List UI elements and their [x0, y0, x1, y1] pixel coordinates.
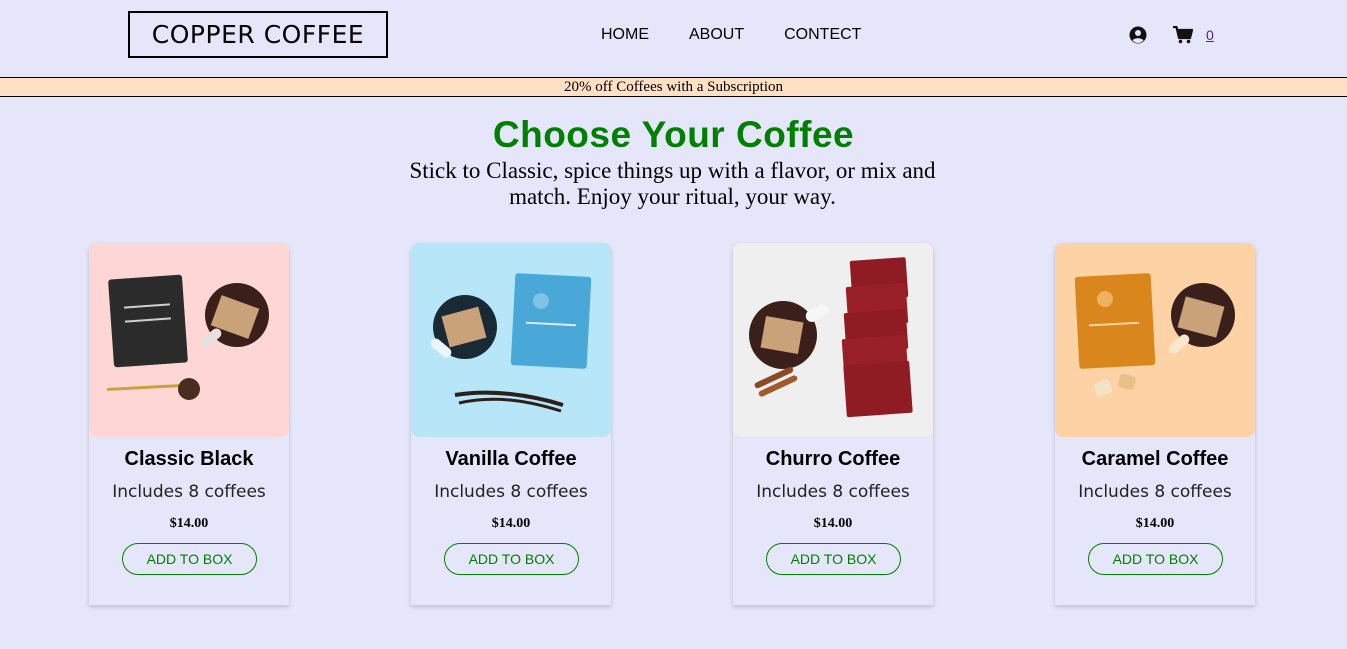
product-price: $14.00: [169, 516, 209, 531]
cart-count[interactable]: 0: [1206, 27, 1214, 43]
product-card: Churro Coffee Includes 8 coffees $14.00 …: [733, 243, 933, 605]
cart-icon[interactable]: [1173, 26, 1193, 44]
product-name: Churro Coffee: [765, 448, 901, 470]
product-description: Includes 8 coffees: [1078, 482, 1232, 502]
main-nav: HOME ABOUT CONTECT: [601, 25, 861, 45]
product-image[interactable]: [733, 243, 933, 437]
product-price: $14.00: [491, 516, 531, 531]
nav-about[interactable]: ABOUT: [689, 25, 744, 45]
logo[interactable]: COPPER COFFEE: [128, 11, 388, 58]
product-card: Caramel Coffee Includes 8 coffees $14.00…: [1055, 243, 1255, 605]
page-subtitle: Stick to Classic, spice things up with a…: [409, 158, 936, 209]
product-image[interactable]: [89, 243, 289, 437]
product-name: Vanilla Coffee: [445, 448, 577, 470]
nav-home[interactable]: HOME: [601, 25, 649, 45]
product-description: Includes 8 coffees: [756, 482, 910, 502]
add-to-box-button[interactable]: ADD TO BOX: [444, 543, 579, 575]
product-image[interactable]: [411, 243, 611, 437]
product-image[interactable]: [1055, 243, 1255, 437]
product-card: Vanilla Coffee Includes 8 coffees $14.00…: [411, 243, 611, 605]
product-name: Classic Black: [124, 448, 254, 470]
site-header: COPPER COFFEE HOME ABOUT CONTECT 0: [0, 0, 1347, 77]
add-to-box-button[interactable]: ADD TO BOX: [766, 543, 901, 575]
add-to-box-button[interactable]: ADD TO BOX: [122, 543, 257, 575]
add-to-box-button[interactable]: ADD TO BOX: [1088, 543, 1223, 575]
page-title: Choose Your Coffee: [492, 114, 855, 155]
product-name: Caramel Coffee: [1081, 448, 1229, 470]
user-icon[interactable]: [1129, 26, 1147, 44]
product-price: $14.00: [813, 516, 853, 531]
product-description: Includes 8 coffees: [112, 482, 266, 502]
product-price: $14.00: [1135, 516, 1175, 531]
promo-banner: 20% off Coffees with a Subscription: [0, 77, 1347, 97]
nav-contact[interactable]: CONTECT: [784, 25, 861, 45]
product-card: Classic Black Includes 8 coffees $14.00 …: [89, 243, 289, 605]
product-description: Includes 8 coffees: [434, 482, 588, 502]
